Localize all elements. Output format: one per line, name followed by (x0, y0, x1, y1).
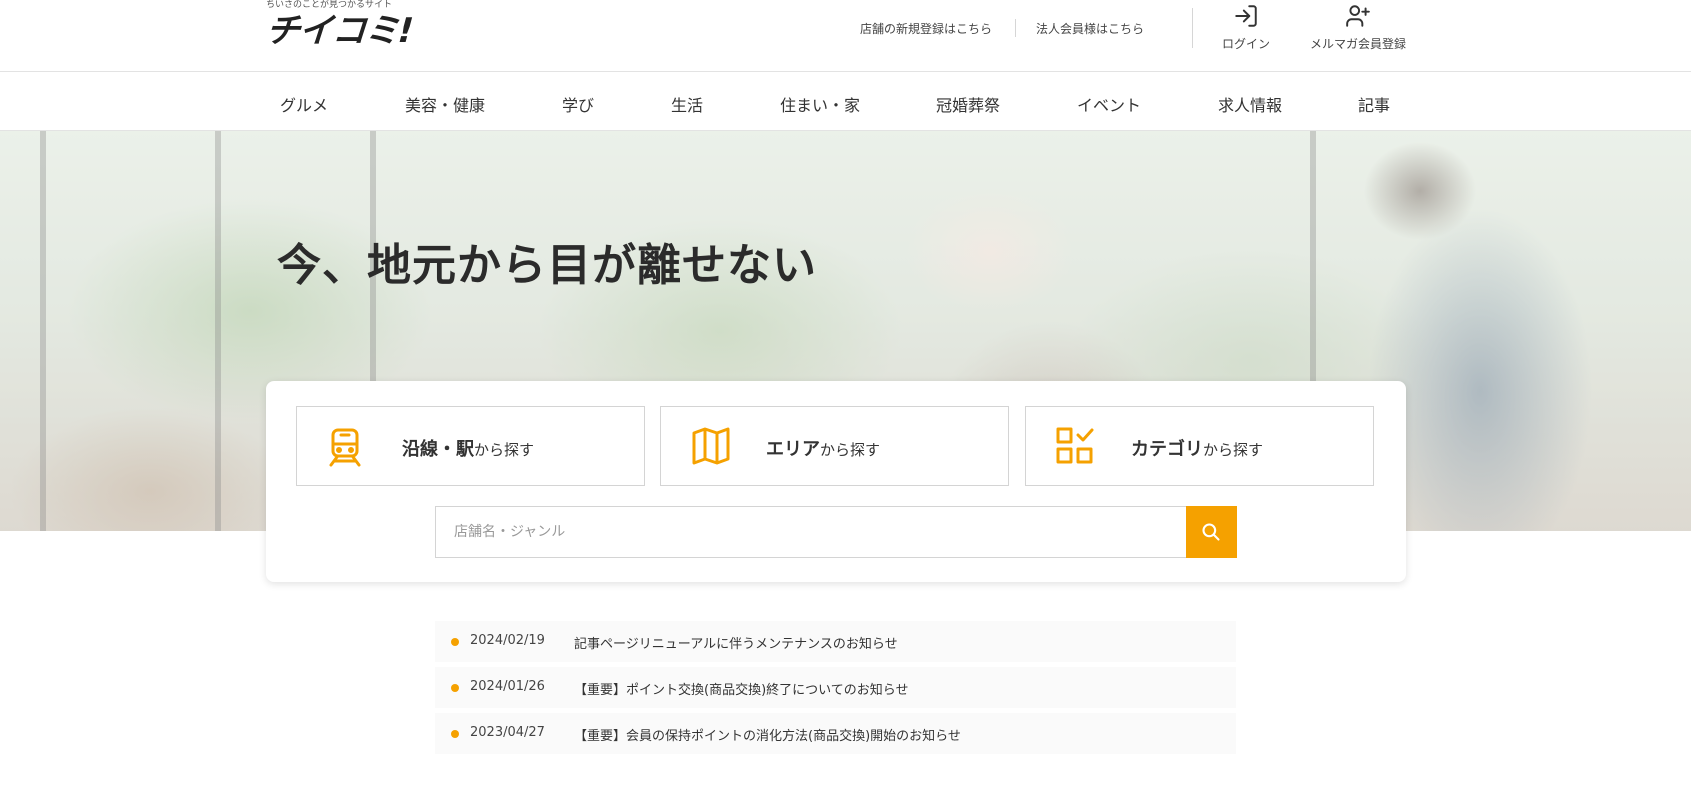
category-grid-icon (1056, 427, 1094, 464)
news-title[interactable]: 【重要】会員の保持ポイントの消化方法(商品交換)開始のお知らせ (574, 725, 961, 744)
login-button[interactable]: ログイン (1218, 3, 1274, 52)
logo-text[interactable]: チイコミ! (265, 11, 414, 51)
nav-item-jobs[interactable]: 求人情報 (1218, 92, 1282, 116)
search-by-category-button[interactable]: カテゴリから探す (1025, 406, 1374, 486)
logo-tagline: ちいさのことが見つかるサイト (266, 0, 393, 10)
site-header: ちいさのことが見つかるサイト チイコミ! 店舗の新規登録はこちら 法人会員様はこ… (0, 0, 1691, 72)
search-button[interactable] (1186, 506, 1237, 558)
nav-item-ceremonies[interactable]: 冠婚葬祭 (936, 92, 1000, 116)
search-by-area-label: エリアから探す (766, 439, 881, 460)
newsletter-register-label: メルマガ会員登録 (1309, 37, 1406, 51)
search-panel: 沿線・駅から探す エリアから探す カテゴリから探す (266, 381, 1406, 582)
train-icon (329, 428, 361, 467)
bullet-dot (451, 638, 459, 646)
nav-item-housing[interactable]: 住まい・家 (780, 92, 860, 116)
news-date: 2023/04/27 (470, 725, 545, 740)
header-divider (1192, 8, 1193, 48)
corporate-member-link[interactable]: 法人会員様はこちら (1036, 20, 1144, 37)
search-by-line-station-button[interactable]: 沿線・駅から探す (296, 406, 645, 486)
nav-item-beauty-health[interactable]: 美容・健康 (405, 92, 485, 116)
nav-item-gourmet[interactable]: グルメ (280, 92, 328, 116)
search-by-category-label: カテゴリから探す (1131, 439, 1264, 460)
bullet-dot (451, 684, 459, 692)
nav-item-learning[interactable]: 学び (562, 92, 594, 116)
search-by-area-button[interactable]: エリアから探す (660, 406, 1009, 486)
news-date: 2024/02/19 (470, 633, 545, 648)
store-search-input[interactable] (435, 506, 1187, 558)
newsletter-register-button[interactable]: メルマガ会員登録 (1306, 3, 1410, 52)
login-icon (1235, 5, 1257, 27)
news-date: 2024/01/26 (470, 679, 545, 694)
store-register-link[interactable]: 店舗の新規登録はこちら (860, 20, 992, 37)
search-by-line-station-label: 沿線・駅から探す (402, 439, 535, 460)
header-divider (1015, 19, 1016, 37)
logo[interactable]: ちいさのことが見つかるサイト チイコミ! (265, 0, 414, 51)
news-title[interactable]: 【重要】ポイント交換(商品交換)終了についてのお知らせ (574, 679, 909, 698)
news-item[interactable]: 2024/01/26 【重要】ポイント交換(商品交換)終了についてのお知らせ (435, 667, 1236, 708)
add-user-icon (1346, 5, 1370, 27)
nav-item-living[interactable]: 生活 (671, 92, 703, 116)
nav-item-articles[interactable]: 記事 (1358, 92, 1390, 116)
login-label: ログイン (1221, 37, 1270, 51)
nav-item-events[interactable]: イベント (1077, 92, 1141, 116)
news-list: 2024/02/19 記事ページリニューアルに伴うメンテナンスのお知らせ 202… (435, 621, 1236, 759)
news-item[interactable]: 2024/02/19 記事ページリニューアルに伴うメンテナンスのお知らせ (435, 621, 1236, 662)
category-nav: グルメ 美容・健康 学び 生活 住まい・家 冠婚葬祭 イベント 求人情報 記事 (0, 72, 1691, 131)
hero-title: 今、地元から目が離せない (277, 240, 817, 291)
map-icon (692, 427, 730, 465)
news-title[interactable]: 記事ページリニューアルに伴うメンテナンスのお知らせ (574, 633, 898, 652)
search-icon (1202, 523, 1220, 541)
bullet-dot (451, 730, 459, 738)
news-item[interactable]: 2023/04/27 【重要】会員の保持ポイントの消化方法(商品交換)開始のお知… (435, 713, 1236, 754)
